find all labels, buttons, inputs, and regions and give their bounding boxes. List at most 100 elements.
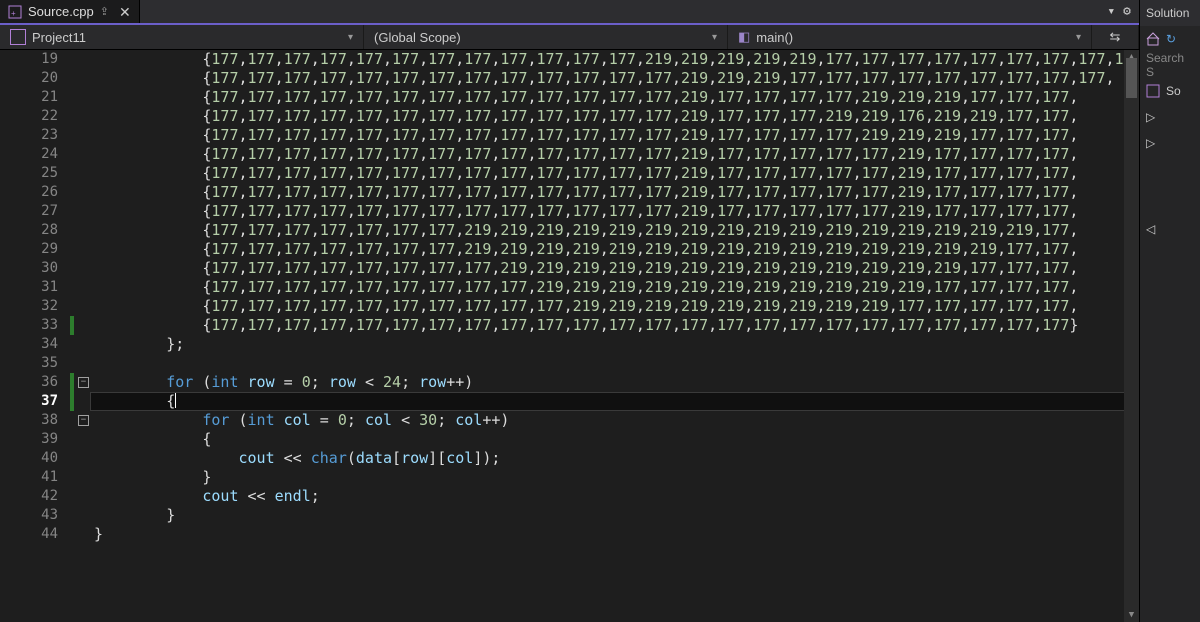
margin-cell[interactable] xyxy=(68,240,90,259)
function-dropdown[interactable]: ◧ main() ▾ xyxy=(728,25,1092,49)
solution-node[interactable]: So xyxy=(1140,78,1200,104)
line-number: 44 xyxy=(0,525,58,544)
code-editor[interactable]: 1920212223242526272829303132333435363738… xyxy=(0,50,1139,622)
fold-toggle-icon[interactable]: − xyxy=(78,377,89,388)
line-number: 38 xyxy=(0,411,58,430)
code-line[interactable]: {177,177,177,177,177,177,177,177,177,177… xyxy=(90,202,1139,221)
code-line[interactable]: {177,177,177,177,177,177,177,177,177,177… xyxy=(90,183,1139,202)
margin-cell[interactable] xyxy=(68,506,90,525)
project-dropdown[interactable]: Project11 ▾ xyxy=(0,25,364,49)
code-line[interactable]: } xyxy=(90,525,1139,544)
margin-cell[interactable] xyxy=(68,259,90,278)
margin-cell[interactable] xyxy=(68,297,90,316)
margin-cell[interactable] xyxy=(68,221,90,240)
margin-cell[interactable] xyxy=(68,430,90,449)
margin-cell[interactable] xyxy=(68,145,90,164)
margin-cell[interactable] xyxy=(68,525,90,544)
navigation-bar: Project11 ▾ (Global Scope) ▾ ◧ main() ▾ … xyxy=(0,25,1139,50)
code-line[interactable]: {177,177,177,177,177,177,177,177,177,177… xyxy=(90,145,1139,164)
cpp-file-icon: + xyxy=(8,5,22,19)
code-line[interactable]: cout << endl; xyxy=(90,487,1139,506)
code-line[interactable] xyxy=(90,354,1139,373)
margin-cell[interactable] xyxy=(68,88,90,107)
scrollbar-thumb[interactable] xyxy=(1126,58,1137,98)
code-line[interactable]: {177,177,177,177,177,177,177,177,177,177… xyxy=(90,88,1139,107)
code-line[interactable]: {177,177,177,177,177,177,177,177,177,177… xyxy=(90,69,1139,88)
tree-expand-2[interactable]: ▷ xyxy=(1140,130,1200,156)
margin-cell[interactable] xyxy=(68,126,90,145)
code-line[interactable]: } xyxy=(90,506,1139,525)
margin-cell[interactable]: − xyxy=(68,373,90,392)
margin-cell[interactable] xyxy=(68,449,90,468)
solution-label: So xyxy=(1166,84,1181,98)
line-number: 20 xyxy=(0,69,58,88)
code-line[interactable]: {177,177,177,177,177,177,177,177,219,219… xyxy=(90,259,1139,278)
margin-cell[interactable] xyxy=(68,164,90,183)
margin-cell[interactable] xyxy=(68,183,90,202)
code-line[interactable]: {177,177,177,177,177,177,177,177,177,219… xyxy=(90,278,1139,297)
tree-expand-1[interactable]: ▷ xyxy=(1140,104,1200,130)
margin-cell[interactable] xyxy=(68,69,90,88)
code-line[interactable]: cout << char(data[row][col]); xyxy=(90,449,1139,468)
line-number: 37 xyxy=(0,392,58,411)
code-line[interactable]: {177,177,177,177,177,177,177,177,177,177… xyxy=(90,126,1139,145)
function-label: main() xyxy=(756,30,793,45)
line-number: 33 xyxy=(0,316,58,335)
solution-search[interactable]: Search S xyxy=(1140,52,1200,78)
scroll-down-arrow-icon[interactable]: ▼ xyxy=(1124,608,1139,622)
margin-cell[interactable] xyxy=(68,278,90,297)
code-line[interactable]: for (int col = 0; col < 30; col++) xyxy=(90,411,1139,430)
line-number: 22 xyxy=(0,107,58,126)
margin-cell[interactable] xyxy=(68,487,90,506)
fold-margin[interactable]: −− xyxy=(68,50,90,622)
code-line[interactable]: { xyxy=(90,392,1139,411)
code-line[interactable]: {177,177,177,177,177,177,177,219,219,219… xyxy=(90,221,1139,240)
code-area[interactable]: {177,177,177,177,177,177,177,177,177,177… xyxy=(90,50,1139,622)
margin-cell[interactable] xyxy=(68,316,90,335)
code-line[interactable]: {177,177,177,177,177,177,177,177,177,177… xyxy=(90,107,1139,126)
solution-explorer-title: Solution xyxy=(1146,6,1189,20)
code-line[interactable]: {177,177,177,177,177,177,177,177,177,177… xyxy=(90,50,1139,69)
tab-menu-chevron-icon[interactable]: ▾ xyxy=(1107,4,1115,19)
swap-button[interactable]: ⇆ xyxy=(1092,25,1139,49)
code-line[interactable]: for (int row = 0; row < 24; row++) xyxy=(90,373,1139,392)
margin-cell[interactable]: − xyxy=(68,411,90,430)
refresh-icon[interactable]: ↻ xyxy=(1166,32,1176,46)
vertical-scrollbar[interactable]: ▲ ▼ xyxy=(1124,50,1139,622)
tree-collapse[interactable]: ◁ xyxy=(1140,216,1200,242)
project-icon xyxy=(10,29,26,45)
fold-toggle-icon[interactable]: − xyxy=(78,415,89,426)
margin-cell[interactable] xyxy=(68,202,90,221)
home-icon[interactable] xyxy=(1146,32,1160,46)
code-line[interactable]: {177,177,177,177,177,177,177,219,219,219… xyxy=(90,240,1139,259)
svg-text:+: + xyxy=(11,9,16,18)
code-line[interactable]: }; xyxy=(90,335,1139,354)
margin-cell[interactable] xyxy=(68,354,90,373)
margin-cell[interactable] xyxy=(68,468,90,487)
code-line[interactable]: } xyxy=(90,468,1139,487)
code-line[interactable]: {177,177,177,177,177,177,177,177,177,177… xyxy=(90,297,1139,316)
code-line[interactable]: { xyxy=(90,430,1139,449)
file-tab-label: Source.cpp xyxy=(28,4,94,19)
cube-icon: ◧ xyxy=(738,29,750,45)
tab-bar: + Source.cpp ⇪ ✕ ▾ ⚙ xyxy=(0,0,1139,25)
scope-dropdown[interactable]: (Global Scope) ▾ xyxy=(364,25,728,49)
line-number: 29 xyxy=(0,240,58,259)
solution-explorer[interactable]: Solution ↻ Search S So ▷ ▷ ◁ xyxy=(1139,0,1200,622)
margin-cell[interactable] xyxy=(68,392,90,411)
code-line[interactable]: {177,177,177,177,177,177,177,177,177,177… xyxy=(90,316,1139,335)
line-number: 31 xyxy=(0,278,58,297)
line-number: 21 xyxy=(0,88,58,107)
code-line[interactable]: {177,177,177,177,177,177,177,177,177,177… xyxy=(90,164,1139,183)
pin-icon[interactable]: ⇪ xyxy=(100,5,109,18)
margin-cell[interactable] xyxy=(68,50,90,69)
margin-cell[interactable] xyxy=(68,107,90,126)
project-name: Project11 xyxy=(32,30,86,45)
margin-cell[interactable] xyxy=(68,335,90,354)
gear-icon[interactable]: ⚙ xyxy=(1123,4,1131,19)
file-tab-source[interactable]: + Source.cpp ⇪ ✕ xyxy=(0,0,140,23)
change-bar-icon xyxy=(70,373,74,392)
close-icon[interactable]: ✕ xyxy=(119,5,131,19)
solution-explorer-header[interactable]: Solution xyxy=(1140,0,1200,26)
solution-toolbar[interactable]: ↻ xyxy=(1140,26,1200,52)
